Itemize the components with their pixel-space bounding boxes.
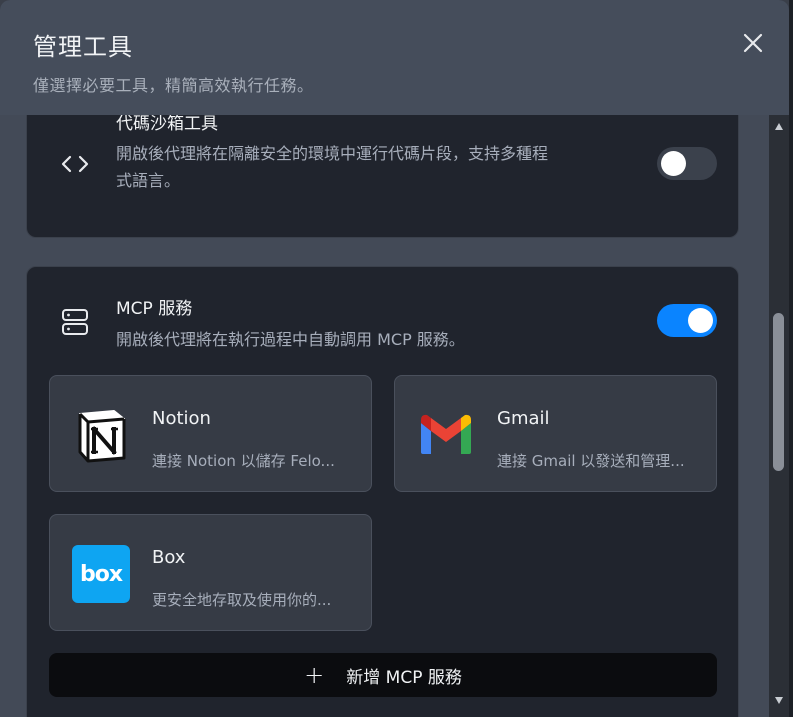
server-icon bbox=[62, 309, 88, 335]
window-edge bbox=[789, 0, 793, 717]
service-card-gmail[interactable]: Gmail 連接 Gmail 以發送和管理... bbox=[394, 375, 717, 492]
add-mcp-service-button[interactable]: + 新增 MCP 服務 bbox=[49, 653, 717, 697]
service-card-notion[interactable]: Notion 連接 Notion 以儲存 Felo... bbox=[49, 375, 372, 492]
dialog-subtitle: 僅選擇必要工具，精簡高效執行任務。 bbox=[33, 76, 314, 95]
tool-card-code-sandbox: 代碼沙箱工具 開啟後代理將在隔離安全的環境中運行代碼片段，支持多種程 式語言。 bbox=[26, 115, 739, 238]
code-brackets-icon bbox=[61, 155, 89, 173]
dialog-header: 管理工具 僅選擇必要工具，精簡高效執行任務。 bbox=[0, 0, 789, 115]
tool-name-mcp: MCP 服務 bbox=[116, 299, 193, 319]
close-button[interactable] bbox=[740, 30, 766, 56]
notion-logo bbox=[78, 410, 126, 463]
code-sandbox-toggle[interactable] bbox=[657, 147, 717, 180]
plus-icon: + bbox=[304, 661, 325, 689]
tool-desc-code-sandbox: 開啟後代理將在隔離安全的環境中運行代碼片段，支持多種程 式語言。 bbox=[116, 144, 549, 190]
tool-desc-mcp: 開啟後代理將在執行過程中自動調用 MCP 服務。 bbox=[116, 330, 465, 349]
service-name: Box bbox=[152, 547, 186, 568]
scroll-down-icon[interactable] bbox=[774, 695, 784, 705]
service-desc: 更安全地存取及使用你的... bbox=[152, 591, 332, 609]
mcp-toggle[interactable] bbox=[657, 304, 717, 337]
gmail-logo bbox=[421, 414, 471, 454]
service-name: Gmail bbox=[497, 408, 550, 429]
add-mcp-service-label: 新增 MCP 服務 bbox=[346, 667, 462, 688]
scrollbar[interactable] bbox=[769, 115, 789, 717]
manage-tools-dialog: 管理工具 僅選擇必要工具，精簡高效執行任務。 代碼沙箱工具 開啟後代理將在隔離安… bbox=[0, 0, 789, 717]
service-desc: 連接 Notion 以儲存 Felo... bbox=[152, 452, 335, 470]
toggle-knob bbox=[688, 308, 713, 333]
service-card-box[interactable]: box Box 更安全地存取及使用你的... bbox=[49, 514, 372, 631]
box-logo: box bbox=[72, 545, 130, 603]
close-icon bbox=[743, 33, 763, 53]
tool-card-mcp: MCP 服務 開啟後代理將在執行過程中自動調用 MCP 服務。 Notion 連… bbox=[26, 266, 739, 717]
service-name: Notion bbox=[152, 408, 211, 429]
tool-name-code-sandbox: 代碼沙箱工具 bbox=[116, 115, 218, 134]
dialog-body: 代碼沙箱工具 開啟後代理將在隔離安全的環境中運行代碼片段，支持多種程 式語言。 … bbox=[0, 115, 789, 717]
scroll-up-icon[interactable] bbox=[774, 122, 784, 132]
dialog-title: 管理工具 bbox=[33, 33, 133, 61]
toggle-knob bbox=[661, 151, 686, 176]
scrollbar-thumb[interactable] bbox=[773, 313, 784, 471]
service-desc: 連接 Gmail 以發送和管理... bbox=[497, 452, 685, 470]
